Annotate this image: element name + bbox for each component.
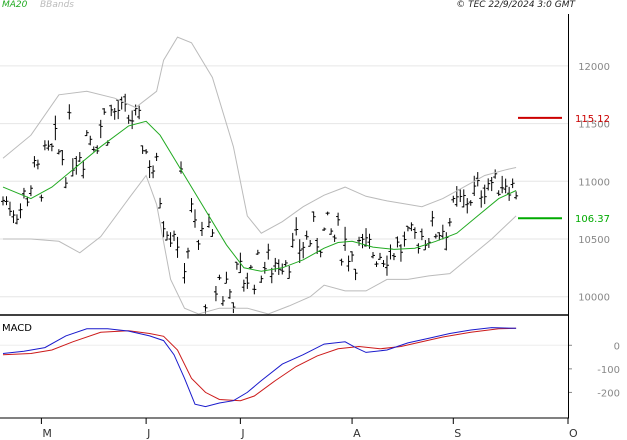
price-level-label: 106.37 bbox=[575, 214, 610, 225]
price-tick-label: 10000 bbox=[578, 293, 610, 304]
copyright-timestamp: © TEC 22/9/2024 3:0 GMT bbox=[456, 0, 575, 10]
macd-title: MACD bbox=[2, 323, 32, 334]
price-tick-label: 11000 bbox=[578, 177, 610, 188]
x-tick-label: S bbox=[454, 427, 461, 440]
price-level-label: 115.12 bbox=[575, 114, 610, 125]
price-tick-label: 12000 bbox=[578, 62, 610, 73]
x-tick-label: J bbox=[146, 427, 150, 440]
macd-tick-label: -100 bbox=[597, 365, 620, 376]
x-tick-label: O bbox=[569, 427, 578, 440]
x-tick-label: J bbox=[240, 427, 244, 440]
price-chart: 12000115001100010500100000-100-200115.12… bbox=[0, 0, 627, 440]
macd-tick-label: -200 bbox=[597, 388, 620, 399]
macd-tick-label: 0 bbox=[614, 341, 620, 352]
price-tick-label: 10500 bbox=[578, 235, 610, 246]
ma20-legend: MA20 bbox=[2, 0, 28, 10]
bbands-legend: BBands bbox=[40, 0, 74, 10]
x-tick-label: M bbox=[42, 427, 52, 440]
x-tick-label: A bbox=[353, 427, 361, 440]
